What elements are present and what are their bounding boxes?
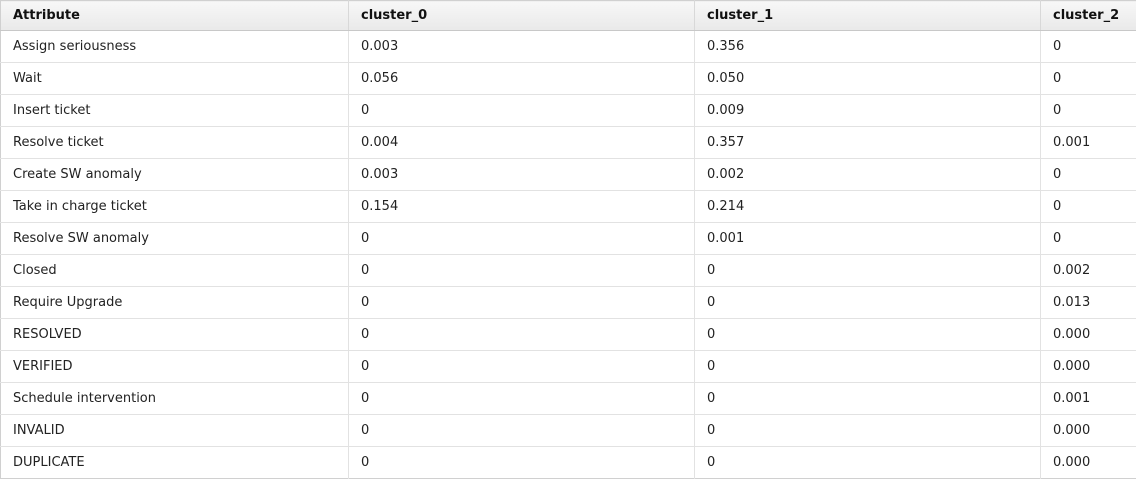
header-row: Attribute cluster_0 cluster_1 cluster_2 [0,0,1136,31]
cluster-0-cell: 0 [348,350,695,383]
attribute-cell: RESOLVED [0,318,349,351]
cluster-2-cell: 0.002 [1040,254,1136,287]
cluster-2-cell: 0 [1040,30,1136,63]
cluster-0-cell: 0 [348,382,695,415]
cluster-0-cell: 0 [348,446,695,479]
cluster-1-cell: 0 [694,350,1041,383]
attribute-cell: Closed [0,254,349,287]
cluster-0-cell: 0 [348,254,695,287]
cluster-1-cell: 0.050 [694,62,1041,95]
cluster-centroid-table: Attribute cluster_0 cluster_1 cluster_2 … [0,0,1136,479]
cluster-1-cell: 0 [694,382,1041,415]
attribute-cell: Require Upgrade [0,286,349,319]
cluster-0-cell: 0 [348,222,695,255]
cluster-1-cell: 0 [694,254,1041,287]
cluster-2-cell: 0.001 [1040,126,1136,159]
cluster-1-cell: 0.001 [694,222,1041,255]
attribute-cell: Insert ticket [0,94,349,127]
column-header-cluster-1[interactable]: cluster_1 [694,0,1041,31]
cluster-1-cell: 0.002 [694,158,1041,191]
cluster-2-cell: 0.000 [1040,350,1136,383]
cluster-2-cell: 0 [1040,62,1136,95]
table-row: Resolve ticket 0.004 0.357 0.001 [0,126,1136,159]
attribute-cell: Assign seriousness [0,30,349,63]
cluster-2-cell: 0 [1040,222,1136,255]
cluster-1-cell: 0 [694,286,1041,319]
table-row: VERIFIED 0 0 0.000 [0,350,1136,383]
cluster-2-cell: 0.001 [1040,382,1136,415]
cluster-1-cell: 0.356 [694,30,1041,63]
table-header: Attribute cluster_0 cluster_1 cluster_2 [0,0,1136,31]
table-row: RESOLVED 0 0 0.000 [0,318,1136,351]
table-row: Require Upgrade 0 0 0.013 [0,286,1136,319]
table-row: Resolve SW anomaly 0 0.001 0 [0,222,1136,255]
cluster-2-cell: 0.000 [1040,318,1136,351]
cluster-centroid-table-container: Attribute cluster_0 cluster_1 cluster_2 … [0,0,1136,483]
attribute-cell: Resolve SW anomaly [0,222,349,255]
cluster-1-cell: 0 [694,414,1041,447]
attribute-cell: VERIFIED [0,350,349,383]
attribute-cell: Create SW anomaly [0,158,349,191]
cluster-1-cell: 0 [694,446,1041,479]
cluster-2-cell: 0.013 [1040,286,1136,319]
cluster-1-cell: 0.214 [694,190,1041,223]
cluster-1-cell: 0 [694,318,1041,351]
cluster-0-cell: 0 [348,318,695,351]
table-row: DUPLICATE 0 0 0.000 [0,446,1136,479]
table-row: Take in charge ticket 0.154 0.214 0 [0,190,1136,223]
cluster-1-cell: 0.009 [694,94,1041,127]
table-row: Schedule intervention 0 0 0.001 [0,382,1136,415]
cluster-2-cell: 0.000 [1040,446,1136,479]
cluster-2-cell: 0 [1040,94,1136,127]
table-row: Insert ticket 0 0.009 0 [0,94,1136,127]
cluster-0-cell: 0.154 [348,190,695,223]
attribute-cell: Wait [0,62,349,95]
attribute-cell: Schedule intervention [0,382,349,415]
cluster-2-cell: 0 [1040,158,1136,191]
cluster-0-cell: 0.003 [348,158,695,191]
attribute-cell: DUPLICATE [0,446,349,479]
attribute-cell: Resolve ticket [0,126,349,159]
attribute-cell: Take in charge ticket [0,190,349,223]
cluster-0-cell: 0.004 [348,126,695,159]
column-header-attribute[interactable]: Attribute [0,0,349,31]
table-row: Closed 0 0 0.002 [0,254,1136,287]
column-header-cluster-0[interactable]: cluster_0 [348,0,695,31]
table-row: INVALID 0 0 0.000 [0,414,1136,447]
table-row: Wait 0.056 0.050 0 [0,62,1136,95]
table-body: Assign seriousness 0.003 0.356 0 Wait 0.… [0,30,1136,479]
table-row: Assign seriousness 0.003 0.356 0 [0,30,1136,63]
attribute-cell: INVALID [0,414,349,447]
cluster-0-cell: 0.056 [348,62,695,95]
column-header-cluster-2[interactable]: cluster_2 [1040,0,1136,31]
cluster-0-cell: 0 [348,414,695,447]
cluster-2-cell: 0 [1040,190,1136,223]
cluster-1-cell: 0.357 [694,126,1041,159]
cluster-0-cell: 0 [348,286,695,319]
cluster-0-cell: 0.003 [348,30,695,63]
cluster-2-cell: 0.000 [1040,414,1136,447]
cluster-0-cell: 0 [348,94,695,127]
table-row: Create SW anomaly 0.003 0.002 0 [0,158,1136,191]
